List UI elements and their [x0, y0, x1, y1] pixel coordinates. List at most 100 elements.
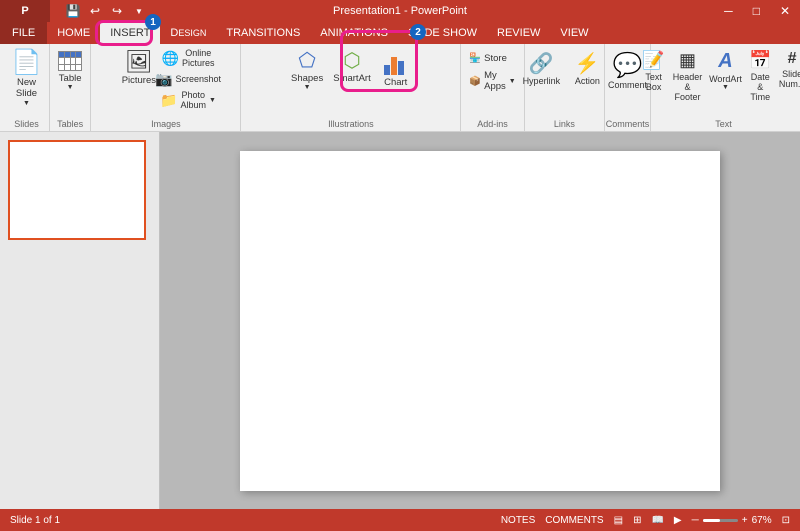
smartart-btn[interactable]: ⬡ SmartArt — [329, 48, 374, 114]
text-box-label: TextBox — [645, 72, 662, 92]
table-btn[interactable]: Table ▼ — [51, 48, 89, 114]
main-slide[interactable] — [240, 151, 720, 491]
chart-icon — [384, 51, 408, 75]
smartart-label: SmartArt — [333, 73, 370, 84]
tables-items: Table ▼ — [51, 48, 89, 117]
links-items: 🔗 Hyperlink ⚡ Action — [519, 48, 609, 117]
shapes-arrow: ▼ — [304, 84, 311, 92]
maximize-btn[interactable]: □ — [743, 4, 770, 18]
wordart-btn[interactable]: A WordArt ▼ — [707, 48, 743, 114]
status-bar: Slide 1 of 1 NOTES COMMENTS ▤ ⊞ 📖 ▶ ─ + … — [0, 509, 800, 531]
tab-file[interactable]: FILE — [0, 22, 47, 44]
comments-group-label: Comments — [606, 117, 650, 129]
header-footer-btn[interactable]: ▦ Header& Footer — [669, 48, 707, 114]
my-apps-btn[interactable]: 📦 My Apps ▼ — [466, 68, 518, 94]
content-area: 1 — [0, 132, 800, 509]
chart-label: Chart — [384, 77, 407, 88]
images-small-btns: 🌐 OnlinePictures 📷 Screenshot 📁 Photo Al… — [162, 48, 214, 110]
wordart-arrow: ▼ — [722, 84, 729, 91]
addins-group-label: Add-ins — [477, 117, 508, 129]
shapes-btn[interactable]: ⬠ Shapes ▼ — [287, 48, 327, 114]
smartart-icon: ⬡ — [343, 51, 360, 71]
chart-btn[interactable]: Chart — [377, 48, 415, 114]
table-label: Table — [59, 73, 82, 84]
table-icon — [58, 51, 82, 71]
tables-group-label: Tables — [57, 117, 83, 129]
comments-status-btn[interactable]: COMMENTS — [545, 515, 603, 526]
ribbon-group-tables: Table ▼ Tables — [50, 44, 91, 131]
shapes-label: Shapes — [291, 73, 323, 84]
file-tab-icon: P — [21, 5, 28, 17]
online-pictures-icon: 🌐 — [162, 50, 179, 67]
pictures-label: Pictures — [122, 75, 156, 86]
view-slidesorter-icon[interactable]: ⊞ — [633, 515, 641, 526]
badge-2: 2 — [410, 24, 426, 40]
redo-quick-btn[interactable]: ↪ — [108, 2, 126, 20]
ribbon-group-images: 🖼 Pictures 🌐 OnlinePictures 📷 Screenshot… — [91, 44, 241, 131]
view-reading-icon[interactable]: 📖 — [651, 515, 663, 526]
ribbon-group-slides: 📄 New Slide ▼ Slides — [4, 44, 50, 131]
ribbon: 📄 New Slide ▼ Slides Table ▼ Tables — [0, 44, 800, 132]
photo-album-icon: 📁 — [160, 92, 177, 109]
illustrations-group-label: Illustrations — [328, 117, 374, 129]
photo-album-btn[interactable]: 📁 Photo Album ▼ — [162, 90, 214, 110]
fit-window-btn[interactable]: ⊡ — [782, 515, 790, 526]
tab-design[interactable]: DESIGN — [160, 22, 216, 44]
hyperlink-icon: 🔗 — [529, 51, 554, 76]
zoom-out-btn[interactable]: ─ — [692, 515, 699, 526]
window-title: Presentation1 - PowerPoint — [333, 5, 467, 17]
pictures-btn[interactable]: 🖼 Pictures — [118, 48, 160, 114]
close-btn[interactable]: ✕ — [770, 4, 800, 18]
new-slide-icon: 📄 — [12, 51, 42, 75]
zoom-in-btn[interactable]: + — [742, 515, 748, 526]
slide-num-label: SlideNum... — [779, 69, 800, 89]
pictures-icon: 🖼 — [125, 51, 153, 73]
undo-quick-btn[interactable]: ↩ — [86, 2, 104, 20]
wordart-label: WordArt — [709, 74, 742, 84]
slide-num-btn[interactable]: # SlideNum... — [777, 48, 800, 114]
date-time-btn[interactable]: 📅 Date &Time — [745, 48, 776, 114]
links-group-label: Links — [554, 117, 575, 129]
date-time-label: Date &Time — [748, 72, 773, 102]
wordart-icon: A — [718, 50, 732, 73]
header-footer-icon: ▦ — [679, 50, 696, 71]
screenshot-btn[interactable]: 📷 Screenshot — [162, 69, 214, 89]
date-time-icon: 📅 — [749, 50, 771, 71]
minimize-btn[interactable]: ─ — [714, 4, 743, 18]
tab-review[interactable]: REVIEW — [487, 22, 550, 44]
zoom-slider[interactable] — [703, 519, 738, 522]
tab-transitions[interactable]: TRANSITIONS — [216, 22, 310, 44]
hyperlink-btn[interactable]: 🔗 Hyperlink — [519, 48, 563, 114]
slide-thumbnail[interactable] — [8, 140, 146, 240]
screenshot-label: Screenshot — [175, 74, 221, 84]
my-apps-label: My Apps — [484, 70, 506, 92]
store-icon: 🏪 — [469, 53, 481, 64]
text-items: 📝 TextBox ▦ Header& Footer A WordArt ▼ 📅… — [640, 48, 800, 117]
tab-home[interactable]: HOME — [47, 22, 100, 44]
photo-album-arrow: ▼ — [209, 97, 216, 104]
comment-icon: 💬 — [613, 51, 643, 80]
hyperlink-label: Hyperlink — [523, 76, 561, 86]
text-box-btn[interactable]: 📝 TextBox — [640, 48, 668, 114]
view-normal-icon[interactable]: ▤ — [614, 515, 623, 526]
slide-panel-item[interactable]: 1 — [8, 140, 151, 240]
save-quick-btn[interactable]: 💾 — [64, 2, 82, 20]
view-slideshow-icon[interactable]: ▶ — [674, 515, 682, 526]
new-slide-label: New Slide — [16, 77, 37, 100]
my-apps-arrow: ▼ — [509, 78, 516, 85]
tab-animations[interactable]: ANIMATIONS — [310, 22, 398, 44]
online-pictures-btn[interactable]: 🌐 OnlinePictures — [162, 48, 214, 68]
header-footer-label: Header& Footer — [672, 72, 704, 102]
ribbon-group-links: 🔗 Hyperlink ⚡ Action Links — [525, 44, 605, 131]
quick-access-toolbar: 💾 ↩ ↪ ▼ — [60, 0, 148, 22]
action-btn[interactable]: ⚡ Action — [565, 48, 609, 114]
notes-btn[interactable]: NOTES — [501, 515, 535, 526]
action-icon: ⚡ — [575, 51, 600, 76]
new-slide-btn[interactable]: 📄 New Slide ▼ — [4, 48, 48, 114]
tab-view[interactable]: VIEW — [550, 22, 598, 44]
slide-info: Slide 1 of 1 — [10, 515, 60, 526]
badge-1: 1 — [145, 14, 161, 30]
store-btn[interactable]: 🏪 Store — [466, 51, 518, 66]
slides-group-label: Slides — [14, 117, 39, 129]
screenshot-icon: 📷 — [155, 71, 172, 88]
